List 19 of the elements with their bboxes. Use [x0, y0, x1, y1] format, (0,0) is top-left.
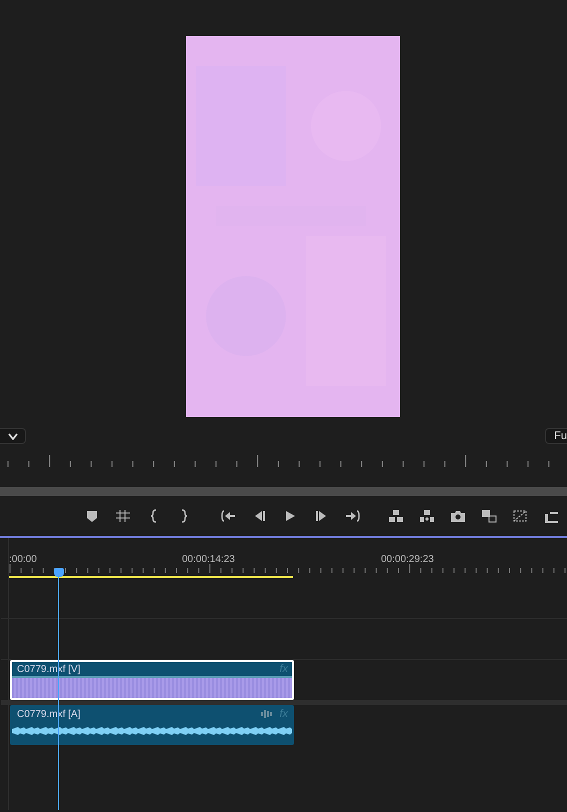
waveform-icon: [261, 709, 274, 719]
extract-icon: [418, 509, 435, 523]
resolution-dropdown[interactable]: Fu: [545, 428, 567, 444]
chevron-icon: [8, 432, 18, 440]
export-icon: [544, 509, 560, 523]
lift-icon: [388, 509, 404, 523]
grid-icon: [114, 509, 131, 523]
timecode-label: 00:00:14:23: [182, 554, 235, 565]
mark-out-icon: [181, 509, 188, 523]
go-out-icon: [344, 509, 361, 523]
transform-icon: [512, 509, 528, 523]
mark-in-icon: [150, 509, 158, 523]
zoom-dropdown[interactable]: [0, 428, 26, 444]
compare-icon: [481, 509, 498, 523]
timecode-label: 00:00:29:23: [381, 554, 434, 565]
timecode-label: :00:00: [9, 554, 37, 565]
scrollbar[interactable]: [0, 487, 567, 496]
go-in-icon: [220, 509, 236, 523]
camera-icon: [450, 509, 466, 523]
